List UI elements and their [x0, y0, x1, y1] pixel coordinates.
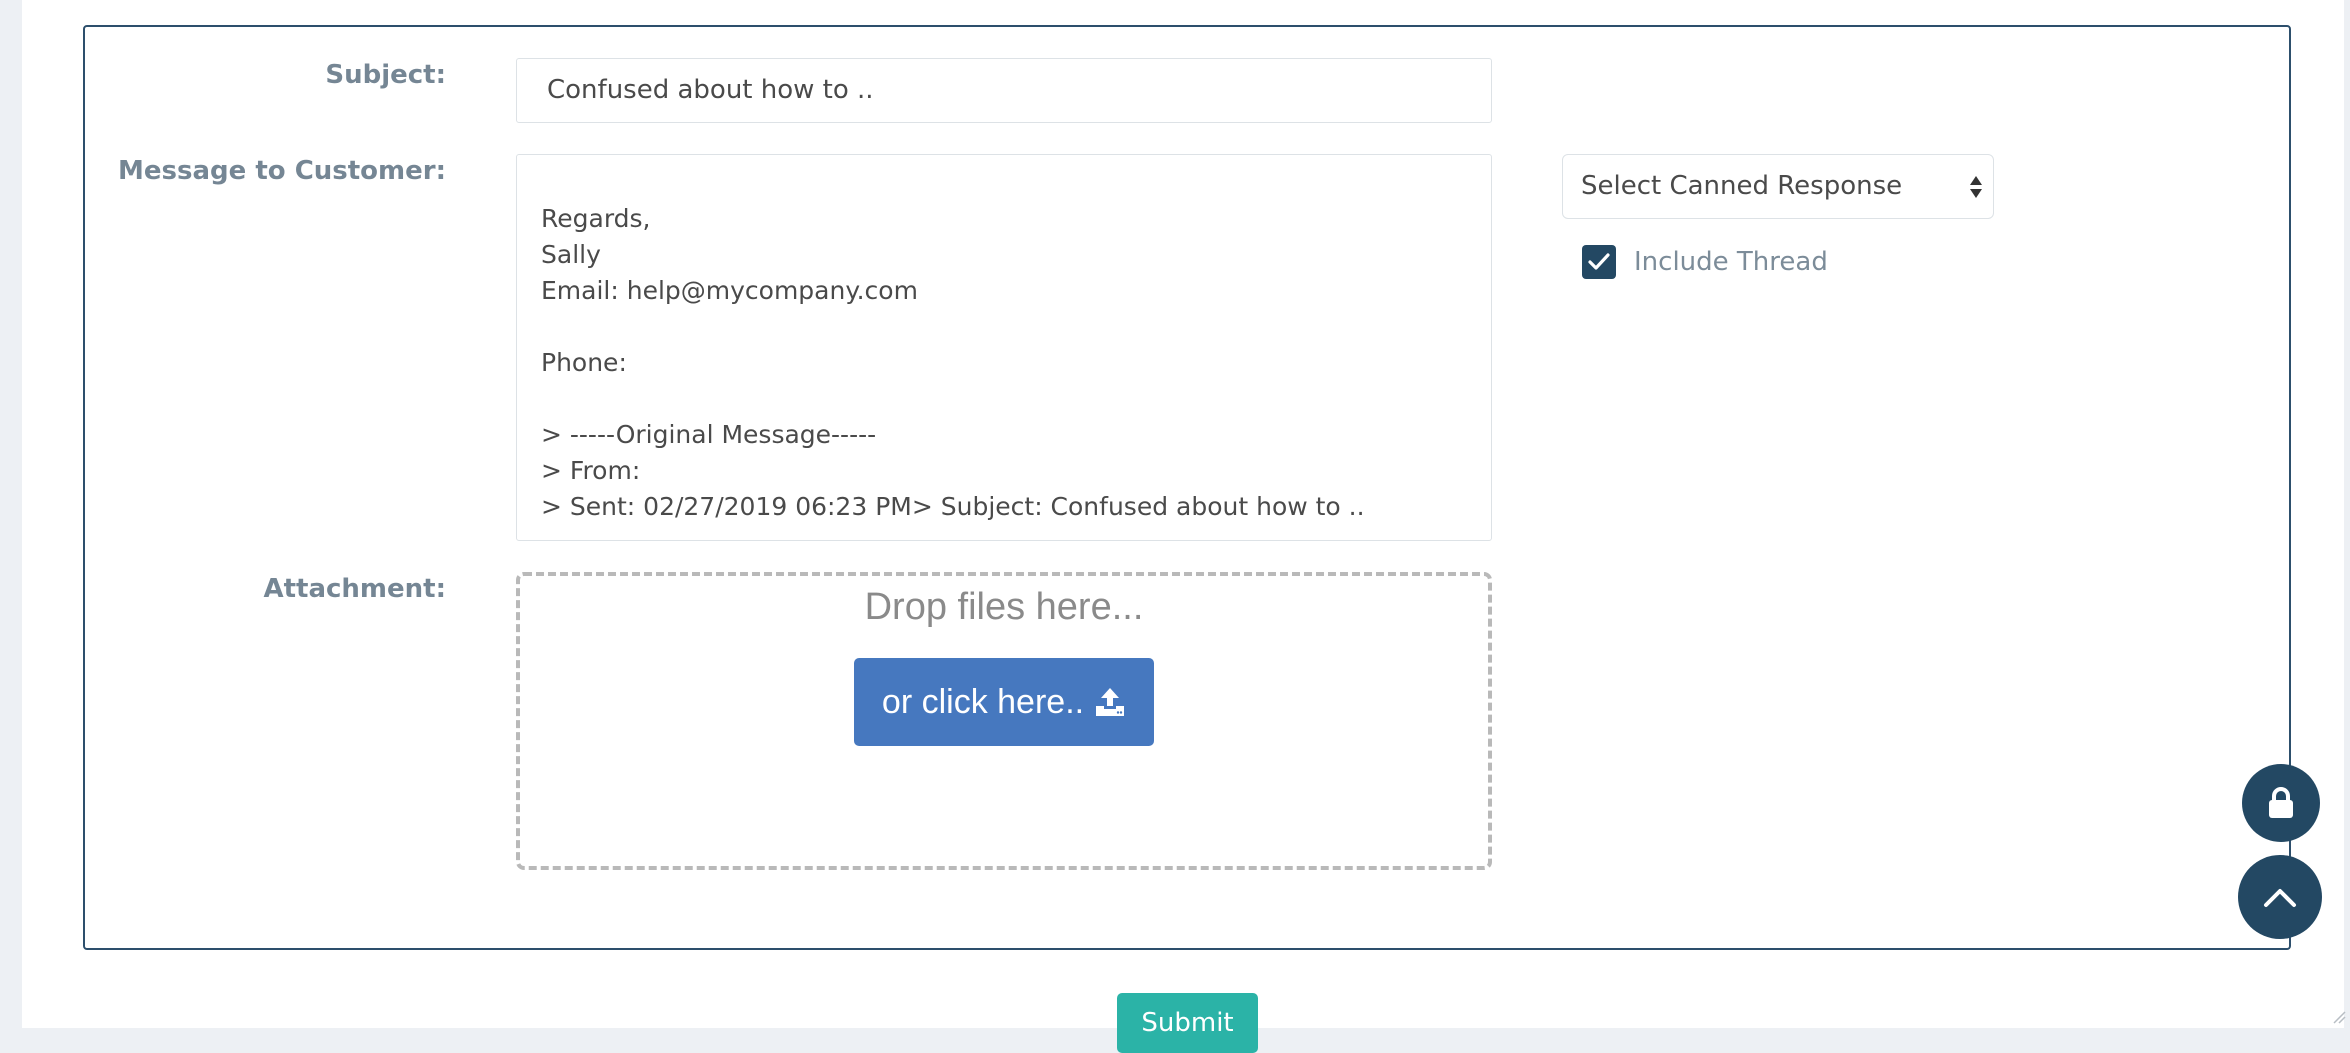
upload-button[interactable]: or click here.. [854, 658, 1154, 746]
message-textarea[interactable]: Regards, Sally Email: help@mycompany.com… [516, 154, 1492, 541]
file-dropzone[interactable]: Drop files here... or click here.. [516, 572, 1492, 870]
page: Subject: Confused about how to .. Messag… [22, 0, 2344, 1053]
submit-button[interactable]: Submit [1117, 993, 1258, 1053]
canned-response-value: Select Canned Response [1581, 171, 1903, 201]
resize-grip-icon [2333, 1011, 2346, 1024]
lock-icon [2269, 787, 2293, 818]
include-thread-toggle[interactable]: Include Thread [1582, 245, 1828, 279]
upload-button-label: or click here.. [881, 682, 1085, 721]
subject-label: Subject: [325, 60, 446, 90]
subject-input[interactable]: Confused about how to .. [516, 58, 1492, 123]
include-thread-checkbox[interactable] [1582, 245, 1616, 279]
attachment-label: Attachment: [263, 574, 446, 604]
message-text: Regards, Sally Email: help@mycompany.com… [541, 204, 1365, 521]
scroll-to-top-button[interactable] [2238, 855, 2322, 939]
upload-icon [1096, 688, 1125, 716]
message-label: Message to Customer: [118, 156, 446, 186]
select-arrows-icon [1970, 176, 1982, 198]
chevron-up-icon [2264, 889, 2296, 907]
drop-files-text: Drop files here... [864, 586, 1144, 628]
include-thread-label: Include Thread [1634, 247, 1828, 277]
checkmark-icon [1588, 253, 1610, 270]
lock-button[interactable] [2242, 764, 2320, 842]
canned-response-select[interactable]: Select Canned Response [1562, 154, 1994, 219]
